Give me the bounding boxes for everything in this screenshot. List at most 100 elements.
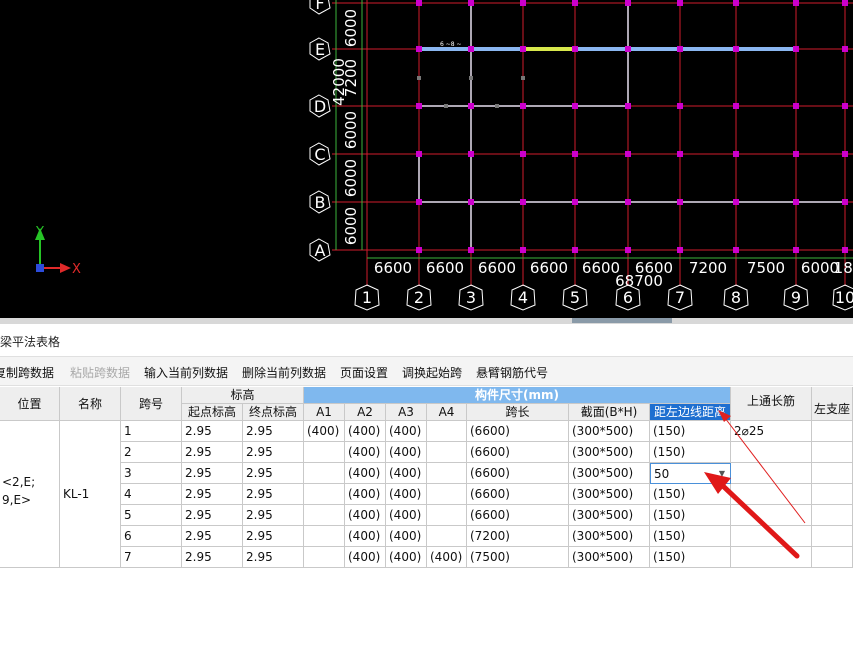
cell-offset[interactable]: (150) [650,421,731,442]
cell-a3[interactable]: (400) [386,463,427,484]
offset-input-editing[interactable]: 50 ▼ [650,463,731,484]
cell-span[interactable]: 4 [121,484,182,505]
cad-viewport[interactable]: 6 ~8 ~ F E D C B A 1 2 3 4 5 6 7 8 9 10 6600 6600 6600 6600 6… [0,0,853,318]
cell-length[interactable]: (7500) [467,547,569,568]
cell-a1[interactable] [304,442,345,463]
cell-left-support[interactable] [812,547,853,568]
cell-start[interactable]: 2.95 [182,505,243,526]
page-setup-button[interactable]: 页面设置 [340,364,388,381]
cell-left-support[interactable] [812,442,853,463]
delete-column-data-button[interactable]: 删除当前列数据 [242,364,326,381]
cell-top-rebar[interactable] [731,547,812,568]
cell-a1[interactable]: (400) [304,421,345,442]
cell-top-rebar[interactable] [731,463,812,484]
cell-length[interactable]: (6600) [467,484,569,505]
cell-section[interactable]: (300*500) [569,505,650,526]
cell-length[interactable]: (7200) [467,526,569,547]
copy-span-data-button[interactable]: 复制跨数据 [0,364,54,381]
cell-a1[interactable] [304,526,345,547]
cell-a4[interactable] [427,442,467,463]
cell-span[interactable]: 3 [121,463,182,484]
cell-span[interactable]: 2 [121,442,182,463]
cell-a1[interactable] [304,547,345,568]
cell-left-support[interactable] [812,505,853,526]
column-node [520,151,526,157]
cell-span[interactable]: 6 [121,526,182,547]
cell-start[interactable]: 2.95 [182,484,243,505]
cell-end[interactable]: 2.95 [243,463,304,484]
cad-drawing[interactable]: 6 ~8 ~ F E D C B A 1 2 3 4 5 6 7 8 9 10 6600 6600 6600 6600 6… [0,0,853,318]
cell-left-support[interactable] [812,484,853,505]
cell-a2[interactable]: (400) [345,442,386,463]
cantilever-rebar-code-button[interactable]: 悬臂钢筋代号 [476,364,548,381]
panel-splitter[interactable] [0,318,853,324]
cell-span[interactable]: 5 [121,505,182,526]
cell-end[interactable]: 2.95 [243,526,304,547]
cell-offset[interactable]: (150) [650,484,731,505]
cell-offset[interactable]: (150) [650,442,731,463]
cell-end[interactable]: 2.95 [243,484,304,505]
cell-section[interactable]: (300*500) [569,421,650,442]
cell-top-rebar[interactable] [731,484,812,505]
cell-a2[interactable]: (400) [345,421,386,442]
cell-end[interactable]: 2.95 [243,547,304,568]
cell-a2[interactable]: (400) [345,547,386,568]
cell-a2[interactable]: (400) [345,505,386,526]
cell-a4[interactable] [427,421,467,442]
position-cell[interactable]: <2,E; 9,E> [0,421,60,568]
cell-top-rebar[interactable]: 2⌀25 [731,421,812,442]
cell-start[interactable]: 2.95 [182,526,243,547]
cell-a1[interactable] [304,505,345,526]
cell-a2[interactable]: (400) [345,526,386,547]
cell-end[interactable]: 2.95 [243,421,304,442]
cell-section[interactable]: (300*500) [569,547,650,568]
cell-offset[interactable]: (150) [650,526,731,547]
cell-start[interactable]: 2.95 [182,442,243,463]
cell-start[interactable]: 2.95 [182,421,243,442]
cell-a3[interactable]: (400) [386,421,427,442]
cell-a4[interactable] [427,505,467,526]
input-column-data-button[interactable]: 输入当前列数据 [144,364,228,381]
cell-offset[interactable]: (150) [650,547,731,568]
cell-left-support[interactable] [812,526,853,547]
cell-start[interactable]: 2.95 [182,463,243,484]
cell-top-rebar[interactable] [731,442,812,463]
cell-a1[interactable] [304,484,345,505]
cell-length[interactable]: (6600) [467,505,569,526]
cell-span[interactable]: 1 [121,421,182,442]
cell-length[interactable]: (6600) [467,421,569,442]
cell-a3[interactable]: (400) [386,484,427,505]
dropdown-arrow-icon[interactable]: ▼ [719,464,725,483]
cell-left-support[interactable] [812,421,853,442]
column-node [468,199,474,205]
cell-a1[interactable] [304,463,345,484]
beam-name-cell[interactable]: KL-1 [60,421,121,568]
cell-offset[interactable]: (150) [650,505,731,526]
cell-left-support[interactable] [812,463,853,484]
splitter-handle[interactable] [572,318,672,323]
cell-a3[interactable]: (400) [386,526,427,547]
cell-a4[interactable] [427,463,467,484]
cell-top-rebar[interactable] [731,526,812,547]
cell-a2[interactable]: (400) [345,484,386,505]
cell-section[interactable]: (300*500) [569,484,650,505]
cell-end[interactable]: 2.95 [243,442,304,463]
cell-span[interactable]: 7 [121,547,182,568]
cell-a3[interactable]: (400) [386,442,427,463]
cell-section[interactable]: (300*500) [569,526,650,547]
cell-a4[interactable] [427,526,467,547]
cell-section[interactable]: (300*500) [569,442,650,463]
column-axis-label-6: 6 [623,288,633,307]
cell-start[interactable]: 2.95 [182,547,243,568]
swap-start-span-button[interactable]: 调换起始跨 [402,364,462,381]
cell-length[interactable]: (6600) [467,463,569,484]
cell-a2[interactable]: (400) [345,463,386,484]
cell-top-rebar[interactable] [731,505,812,526]
cell-a4[interactable] [427,484,467,505]
cell-a3[interactable]: (400) [386,547,427,568]
cell-end[interactable]: 2.95 [243,505,304,526]
cell-length[interactable]: (6600) [467,442,569,463]
cell-a4[interactable]: (400) [427,547,467,568]
cell-a3[interactable]: (400) [386,505,427,526]
cell-section[interactable]: (300*500) [569,463,650,484]
